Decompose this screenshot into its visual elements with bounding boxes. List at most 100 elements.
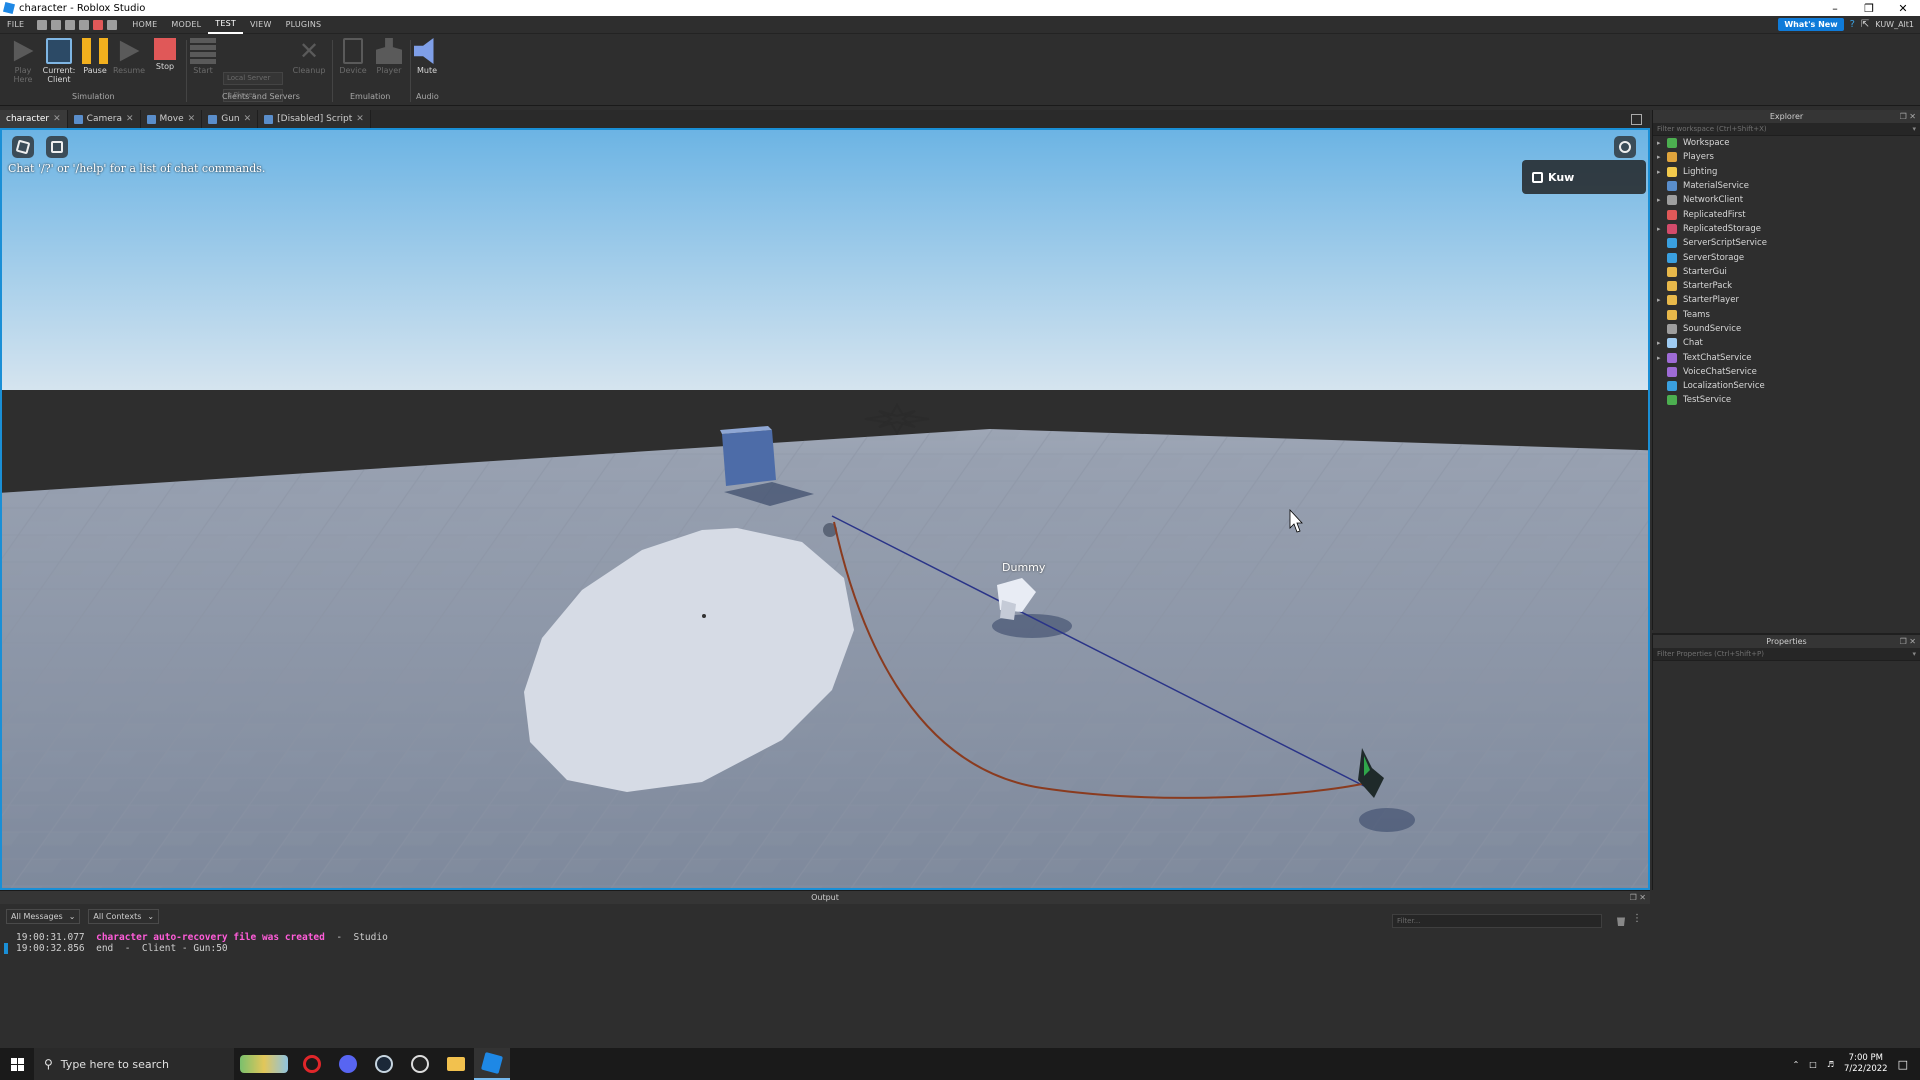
explorer-item-testservice[interactable]: TestService [1653,393,1920,407]
tab-move[interactable]: Move ✕ [140,110,203,128]
explorer-filter-input[interactable]: Filter workspace (Ctrl+Shift+X) ▾ [1653,123,1920,136]
explorer-item-startergui[interactable]: StarterGui [1653,265,1920,279]
help-icon[interactable]: ? [1850,19,1855,30]
explorer-item-starterplayer[interactable]: ▸ StarterPlayer [1653,293,1920,307]
chevron-down-icon[interactable]: ▾ [1912,123,1916,136]
chevron-right-icon[interactable]: ▸ [1657,354,1667,362]
close-button[interactable]: ✕ [1886,0,1920,16]
taskbar-discord[interactable] [330,1048,366,1080]
stop-quick-icon[interactable] [93,19,104,30]
maximize-viewport-icon[interactable] [1631,114,1642,125]
mute-button[interactable]: Mute [410,38,444,75]
tab-disabled-script[interactable]: [Disabled] Script ✕ [258,110,371,128]
save-icon[interactable] [51,19,62,30]
explorer-item-localizationservice[interactable]: LocalizationService [1653,379,1920,393]
play-here-button[interactable]: Play Here [6,38,40,84]
user-name[interactable]: KUW_Alt1 [1875,20,1914,29]
close-tab-icon[interactable]: ✕ [126,114,134,124]
explorer-item-replicatedfirst[interactable]: ReplicatedFirst [1653,207,1920,221]
explorer-item-voicechatservice[interactable]: VoiceChatService [1653,365,1920,379]
notifications-icon[interactable]: □ [1898,1058,1908,1071]
explorer-item-chat[interactable]: ▸ Chat [1653,336,1920,350]
player-list-entry[interactable]: Kuw [1522,160,1646,194]
panel-controls-icon[interactable]: ❐ ✕ [1900,635,1916,648]
messages-filter-dropdown[interactable]: All Messages ⌄ [6,908,81,924]
close-tab-icon[interactable]: ✕ [188,114,196,124]
chevron-up-icon[interactable]: ⌃ [1793,1060,1800,1069]
more-vertical-icon[interactable]: ⋮ [1632,913,1642,924]
chevron-right-icon[interactable]: ▸ [1657,225,1667,233]
star-decal [864,403,930,435]
chevron-right-icon[interactable]: ▸ [1657,139,1667,147]
roblox-menu-button[interactable] [12,136,34,158]
panel-controls-icon[interactable]: ❐ ✕ [1630,891,1646,904]
start-button[interactable] [0,1048,34,1080]
device-button[interactable]: Device [336,38,370,75]
start-button[interactable]: Start [186,38,220,75]
menu-model[interactable]: MODEL [164,16,208,34]
menu-view[interactable]: VIEW [243,16,279,34]
close-tab-icon[interactable]: ✕ [53,114,61,124]
properties-filter-input[interactable]: Filter Properties (Ctrl+Shift+P) ▾ [1653,648,1920,661]
chevron-right-icon[interactable]: ▸ [1657,339,1667,347]
more-options-button[interactable] [1614,136,1636,158]
chevron-right-icon[interactable]: ▸ [1657,153,1667,161]
explorer-item-teams[interactable]: Teams [1653,308,1920,322]
pause-button[interactable]: Pause [78,38,112,75]
explorer-item-serverstorage[interactable]: ServerStorage [1653,250,1920,264]
panel-controls-icon[interactable]: ❐ ✕ [1900,110,1916,123]
restore-button[interactable]: ❐ [1852,0,1886,16]
chevron-down-icon[interactable]: ▾ [1912,648,1916,661]
whats-new-button[interactable]: What's New [1778,18,1844,31]
explorer-item-starterpack[interactable]: StarterPack [1653,279,1920,293]
taskbar-widget-image[interactable] [234,1048,294,1080]
tab-character[interactable]: character ✕ [0,110,68,128]
chevron-right-icon[interactable]: ▸ [1657,296,1667,304]
taskbar-search-box[interactable]: ⚲ Type here to search [34,1048,234,1080]
chat-toggle-button[interactable] [46,136,68,158]
explorer-item-textchatservice[interactable]: ▸ TextChatService [1653,350,1920,364]
explorer-item-workspace[interactable]: ▸ Workspace [1653,136,1920,150]
explorer-item-replicatedstorage[interactable]: ▸ ReplicatedStorage [1653,222,1920,236]
3d-viewport[interactable]: Chat '/?' or '/help' for a list of chat … [0,128,1650,890]
tab-gun[interactable]: Gun ✕ [202,110,259,128]
contexts-filter-dropdown[interactable]: All Contexts ⌄ [88,908,160,924]
local-server-dropdown[interactable]: Local Server [223,72,283,85]
explorer-item-networkclient[interactable]: ▸ NetworkClient [1653,193,1920,207]
player-emulator-button[interactable]: Player [372,38,406,75]
chevron-right-icon[interactable]: ▸ [1657,196,1667,204]
volume-icon[interactable]: ♬ [1827,1060,1834,1069]
explorer-item-materialservice[interactable]: MaterialService [1653,179,1920,193]
undo-icon[interactable] [65,19,76,30]
menu-file[interactable]: FILE [0,16,31,34]
clock[interactable]: 7:00 PM 7/22/2022 [1844,1053,1888,1075]
menu-home[interactable]: HOME [125,16,164,34]
tab-camera[interactable]: Camera ✕ [67,110,141,128]
group-label-simulation: Simulation [72,92,115,101]
chevron-right-icon[interactable]: ▸ [1657,168,1667,176]
cleanup-button[interactable]: ✕ Cleanup [292,38,326,75]
share-icon[interactable]: ⇱ [1861,19,1869,30]
redo-icon[interactable] [79,19,90,30]
play-quick-icon[interactable] [107,19,118,30]
taskbar-file-explorer[interactable] [438,1048,474,1080]
explorer-item-serverscriptservice[interactable]: ServerScriptService [1653,236,1920,250]
output-filter-input[interactable]: Filter... [1392,914,1602,928]
menu-test[interactable]: TEST [208,16,243,34]
new-file-icon[interactable] [37,19,48,30]
network-icon[interactable]: □ [1809,1060,1817,1069]
current-client-button[interactable]: Current: Client [42,38,76,84]
taskbar-roblox-studio[interactable] [474,1048,510,1080]
minimize-button[interactable]: – [1818,0,1852,16]
explorer-item-lighting[interactable]: ▸ Lighting [1653,165,1920,179]
taskbar-opera[interactable] [294,1048,330,1080]
resume-button[interactable]: Resume [112,38,146,75]
taskbar-obs[interactable] [402,1048,438,1080]
explorer-item-players[interactable]: ▸ Players [1653,150,1920,164]
stop-button[interactable]: Stop [148,38,182,71]
taskbar-steam[interactable] [366,1048,402,1080]
close-tab-icon[interactable]: ✕ [356,114,364,124]
close-tab-icon[interactable]: ✕ [244,114,252,124]
explorer-item-soundservice[interactable]: SoundService [1653,322,1920,336]
menu-plugins[interactable]: PLUGINS [279,16,329,34]
